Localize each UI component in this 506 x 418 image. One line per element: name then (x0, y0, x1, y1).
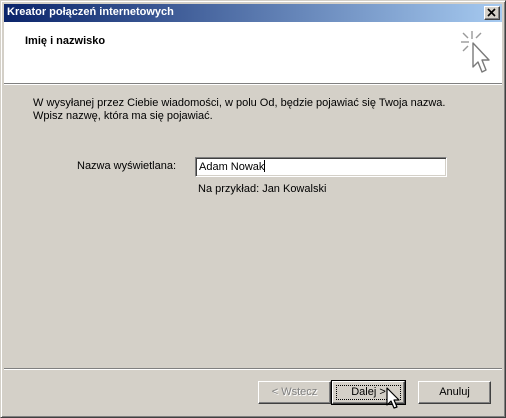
mouse-cursor-icon (386, 387, 400, 409)
display-name-label: Nazwa wyświetlana: (77, 160, 177, 172)
description: W wysyłanej przez Ciebie wiadomości, w p… (33, 97, 473, 123)
footer-divider-highlight (4, 369, 502, 370)
close-button[interactable] (484, 6, 500, 20)
page-title: Imię i nazwisko (25, 35, 106, 47)
title-bar[interactable]: Kreator połączeń internetowych (4, 4, 502, 22)
display-name-field[interactable]: Adam Nowak (195, 157, 447, 177)
display-name-value: Adam Nowak (199, 161, 265, 173)
description-line-2: Wpisz nazwę, która ma się pojawiać. (33, 110, 213, 122)
close-icon (487, 8, 496, 17)
window-title: Kreator połączeń internetowych (7, 6, 174, 18)
wizard-header: Imię i nazwisko (4, 22, 502, 83)
sparkle-pointer-icon (461, 31, 490, 73)
cancel-button[interactable]: Anuluj (418, 381, 491, 404)
back-button[interactable]: < Wstecz (258, 381, 331, 404)
text-caret (264, 160, 266, 172)
header-divider-highlight (4, 84, 502, 85)
wizard-window: Kreator połączeń internetowych Imię i na… (0, 0, 506, 418)
example-hint: Na przykład: Jan Kowalski (198, 183, 327, 195)
description-line-1: W wysyłanej przez Ciebie wiadomości, w p… (33, 97, 446, 109)
